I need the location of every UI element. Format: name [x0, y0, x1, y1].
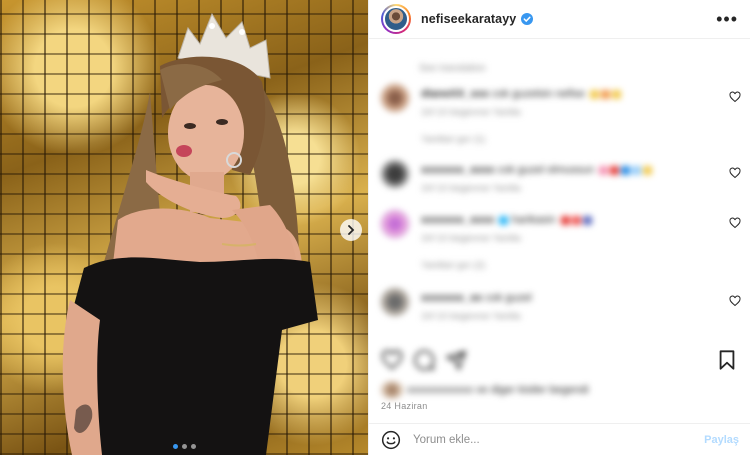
commenter-avatar[interactable] — [381, 288, 409, 316]
like-icon[interactable] — [381, 349, 403, 371]
post-photo[interactable] — [0, 0, 368, 455]
verified-badge-icon — [521, 13, 534, 25]
share-icon[interactable] — [445, 349, 467, 371]
comment-username[interactable]: xxxxxxx_xx — [421, 292, 482, 304]
emoji-icon[interactable] — [381, 430, 401, 450]
photo-subject — [62, 12, 318, 455]
comment-meta: 1hf 10 begenme Yanitla — [421, 183, 521, 194]
comment-icon[interactable] — [413, 349, 435, 371]
view-replies-link[interactable]: Yanitlari gor (2) — [421, 260, 485, 271]
comment-meta: 1hf 10 begenme Yanitla — [421, 233, 521, 244]
comment-username[interactable]: xxxxxxx_xxxx — [421, 164, 494, 176]
comments-list: See translation dianeXX_xxx cok guzelsin… — [369, 40, 750, 340]
comment-text: xxxxxxx_xx cok guzel — [421, 292, 532, 304]
comment-text: xxxxxxx_xxxx cok guzel olmussun — [421, 164, 653, 176]
instagram-post-viewer: nefiseekaratayy ••• See translation dian… — [0, 0, 750, 455]
commenter-avatar[interactable] — [381, 160, 409, 188]
heart-icon[interactable] — [729, 295, 741, 307]
comment-text: dianeXX_xxx cok guzelsin nefise — [421, 88, 621, 100]
view-replies-link[interactable]: Yanitlari gor (1) — [421, 134, 485, 145]
likes-text: xxxxxxxxxxxx ve diger kisiler begendi — [407, 384, 589, 396]
carousel-indicator — [0, 444, 368, 449]
post-date[interactable]: 24 Haziran — [381, 401, 428, 411]
comment-body: cok guzel olmussun — [497, 164, 595, 176]
comment-meta: 1hf 10 begenme Yanitla — [421, 107, 521, 118]
post-header: nefiseekaratayy ••• — [369, 0, 750, 39]
carousel-dot — [172, 444, 178, 449]
comment-username[interactable]: dianeXX_xxx — [421, 88, 489, 100]
carousel-dot — [181, 444, 187, 449]
commenter-avatar[interactable] — [381, 210, 409, 238]
heart-icon[interactable] — [729, 217, 741, 229]
comment-input[interactable] — [413, 433, 705, 446]
see-translation-link[interactable]: See translation — [419, 63, 486, 74]
post-side-panel: nefiseekaratayy ••• See translation dian… — [368, 0, 750, 455]
liker-avatar — [381, 381, 403, 399]
heart-icon[interactable] — [729, 91, 741, 103]
author-username[interactable]: nefiseekaratayy — [421, 12, 516, 26]
likes-summary[interactable]: xxxxxxxxxxxx ve diger kisiler begendi — [381, 381, 589, 399]
chevron-right-icon — [348, 225, 355, 235]
comment-composer: Paylaş — [369, 423, 750, 455]
commenter-avatar[interactable] — [381, 84, 409, 112]
post-comment-button[interactable]: Paylaş — [704, 434, 739, 446]
carousel-next-button[interactable] — [340, 219, 362, 241]
comment-body: cok guzel — [485, 292, 532, 304]
comment-text: xxxxxxx_xxxx harikasin — [421, 214, 592, 226]
comment-meta: 1hf 10 begenme Yanitla — [421, 311, 521, 322]
carousel-dot — [190, 444, 196, 449]
bookmark-icon[interactable] — [716, 349, 738, 371]
comment-body: harikasin — [511, 214, 556, 226]
more-horizontal-icon[interactable]: ••• — [716, 10, 738, 28]
comment-body: cok guzelsin nefise — [491, 88, 585, 100]
post-actions-bar — [381, 348, 738, 372]
author-avatar[interactable] — [381, 4, 411, 34]
comment-username[interactable]: xxxxxxx_xxxx — [421, 214, 494, 226]
heart-icon[interactable] — [729, 167, 741, 179]
